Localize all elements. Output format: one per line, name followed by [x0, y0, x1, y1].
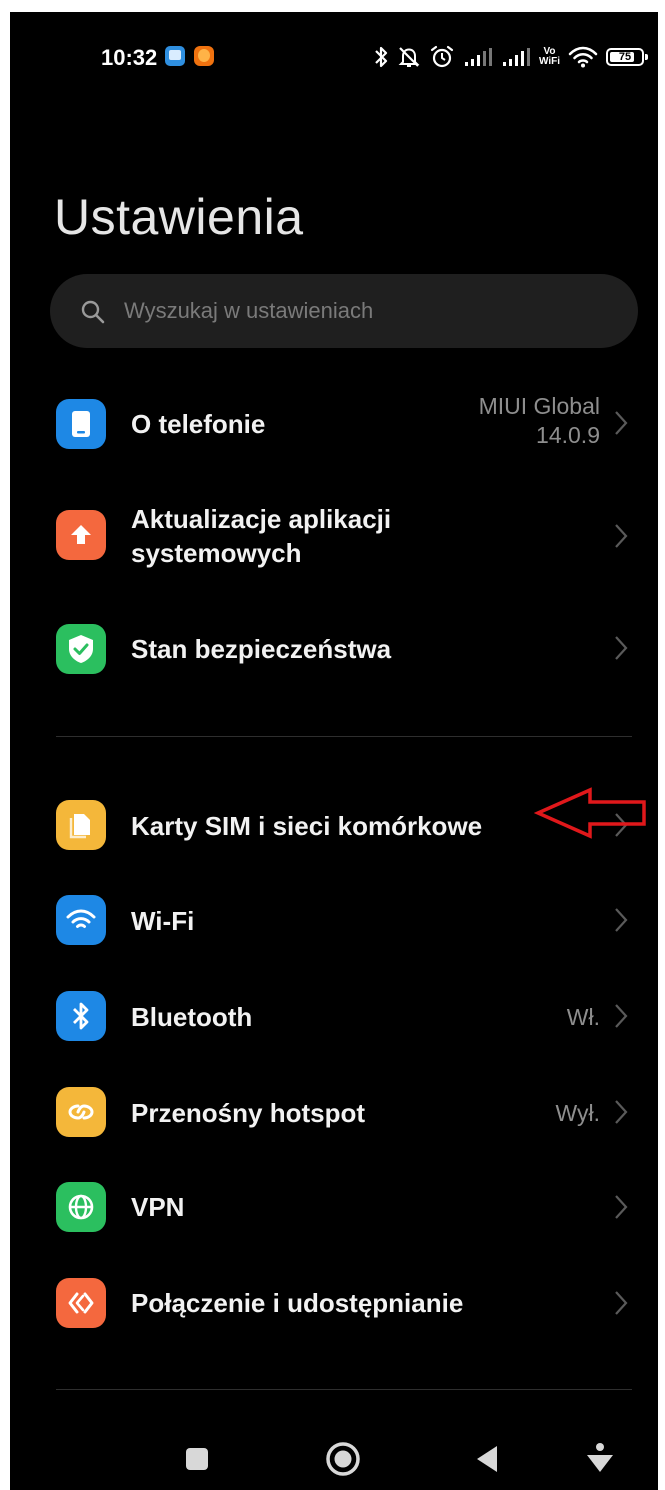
chevron-right-icon — [615, 1291, 628, 1315]
search-input[interactable] — [124, 290, 604, 332]
chevron-right-icon — [615, 411, 628, 435]
accessibility-menu-button[interactable] — [584, 1442, 616, 1476]
section-divider — [56, 1389, 632, 1390]
shield-check-icon — [56, 624, 106, 674]
signal-icon — [464, 48, 492, 66]
chevron-right-icon — [615, 908, 628, 932]
chevron-right-icon — [615, 636, 628, 660]
page-title: Ustawienia — [54, 189, 304, 245]
settings-item-label: Bluetooth — [131, 1002, 253, 1032]
bluetooth-status-icon — [375, 46, 388, 68]
navigation-bar — [10, 1432, 658, 1490]
settings-item-vpn[interactable]: VPN — [10, 1166, 658, 1250]
settings-item-value: MIUI Global 14.0.9 — [478, 393, 600, 448]
settings-item-label: VPN — [131, 1192, 185, 1222]
chevron-right-icon — [615, 1004, 628, 1028]
notification-app-icon — [165, 46, 185, 66]
settings-item-label: Karty SIM i sieci komórkowe — [131, 811, 483, 841]
notification-app-icon-2 — [194, 46, 214, 66]
settings-item-label: Przenośny hotspot — [131, 1098, 366, 1128]
settings-item-label: Aktualizacje aplikacji systemowych — [131, 504, 392, 568]
settings-item-hotspot[interactable]: Przenośny hotspot Wył. — [10, 1071, 658, 1155]
vowifi-indicator: Vo WiFi — [538, 46, 560, 67]
globe-icon — [56, 1182, 106, 1232]
alarm-icon — [430, 45, 454, 68]
settings-item-system-app-updates[interactable]: Aktualizacje aplikacji systemowych — [10, 490, 658, 580]
phone-screen: 10:32 Vo WiFi 75 Ustawienia Wyszukaj w u… — [10, 12, 658, 1490]
sim-card-icon — [56, 800, 106, 850]
signal-icon-2 — [502, 48, 530, 66]
chevron-right-icon — [615, 1100, 628, 1124]
settings-item-bluetooth[interactable]: Bluetooth Wł. — [10, 976, 658, 1060]
home-button[interactable] — [324, 1440, 362, 1478]
settings-item-security-status[interactable]: Stan bezpieczeństwa — [10, 608, 658, 692]
wifi-status-icon — [568, 46, 598, 68]
muted-bell-icon — [398, 47, 420, 67]
settings-item-value: Wł. — [566, 1004, 600, 1030]
phone-icon — [56, 399, 106, 449]
back-button[interactable] — [474, 1444, 500, 1474]
settings-item-wifi[interactable]: Wi-Fi — [10, 880, 658, 964]
settings-item-label: Stan bezpieczeństwa — [131, 634, 392, 664]
hotspot-icon — [56, 1087, 106, 1137]
search-bar[interactable] — [50, 274, 638, 348]
search-icon — [81, 300, 105, 324]
settings-item-value: Wył. — [555, 1100, 600, 1126]
settings-item-about-phone[interactable]: O telefonie MIUI Global 14.0.9 — [10, 382, 658, 466]
settings-item-label: O telefonie — [131, 409, 266, 439]
recents-button[interactable] — [184, 1446, 210, 1472]
settings-item-label: Wi-Fi — [131, 906, 195, 936]
section-divider — [56, 736, 632, 737]
upload-arrow-icon — [56, 510, 106, 560]
bluetooth-icon — [56, 991, 106, 1041]
battery-icon: 75 — [606, 48, 648, 66]
share-connection-icon — [56, 1278, 106, 1328]
settings-item-connection-sharing[interactable]: Połączenie i udostępnianie — [10, 1262, 658, 1346]
wifi-icon — [56, 895, 106, 945]
status-time: 10:32 — [101, 45, 158, 70]
settings-item-label: Połączenie i udostępnianie — [131, 1288, 464, 1318]
status-icons: Vo WiFi 75 — [373, 40, 648, 74]
annotation-arrow-icon — [534, 787, 646, 839]
battery-level: 75 — [618, 51, 632, 63]
chevron-right-icon — [615, 524, 628, 548]
status-bar: 10:32 Vo WiFi 75 — [10, 12, 658, 102]
chevron-right-icon — [615, 1195, 628, 1219]
